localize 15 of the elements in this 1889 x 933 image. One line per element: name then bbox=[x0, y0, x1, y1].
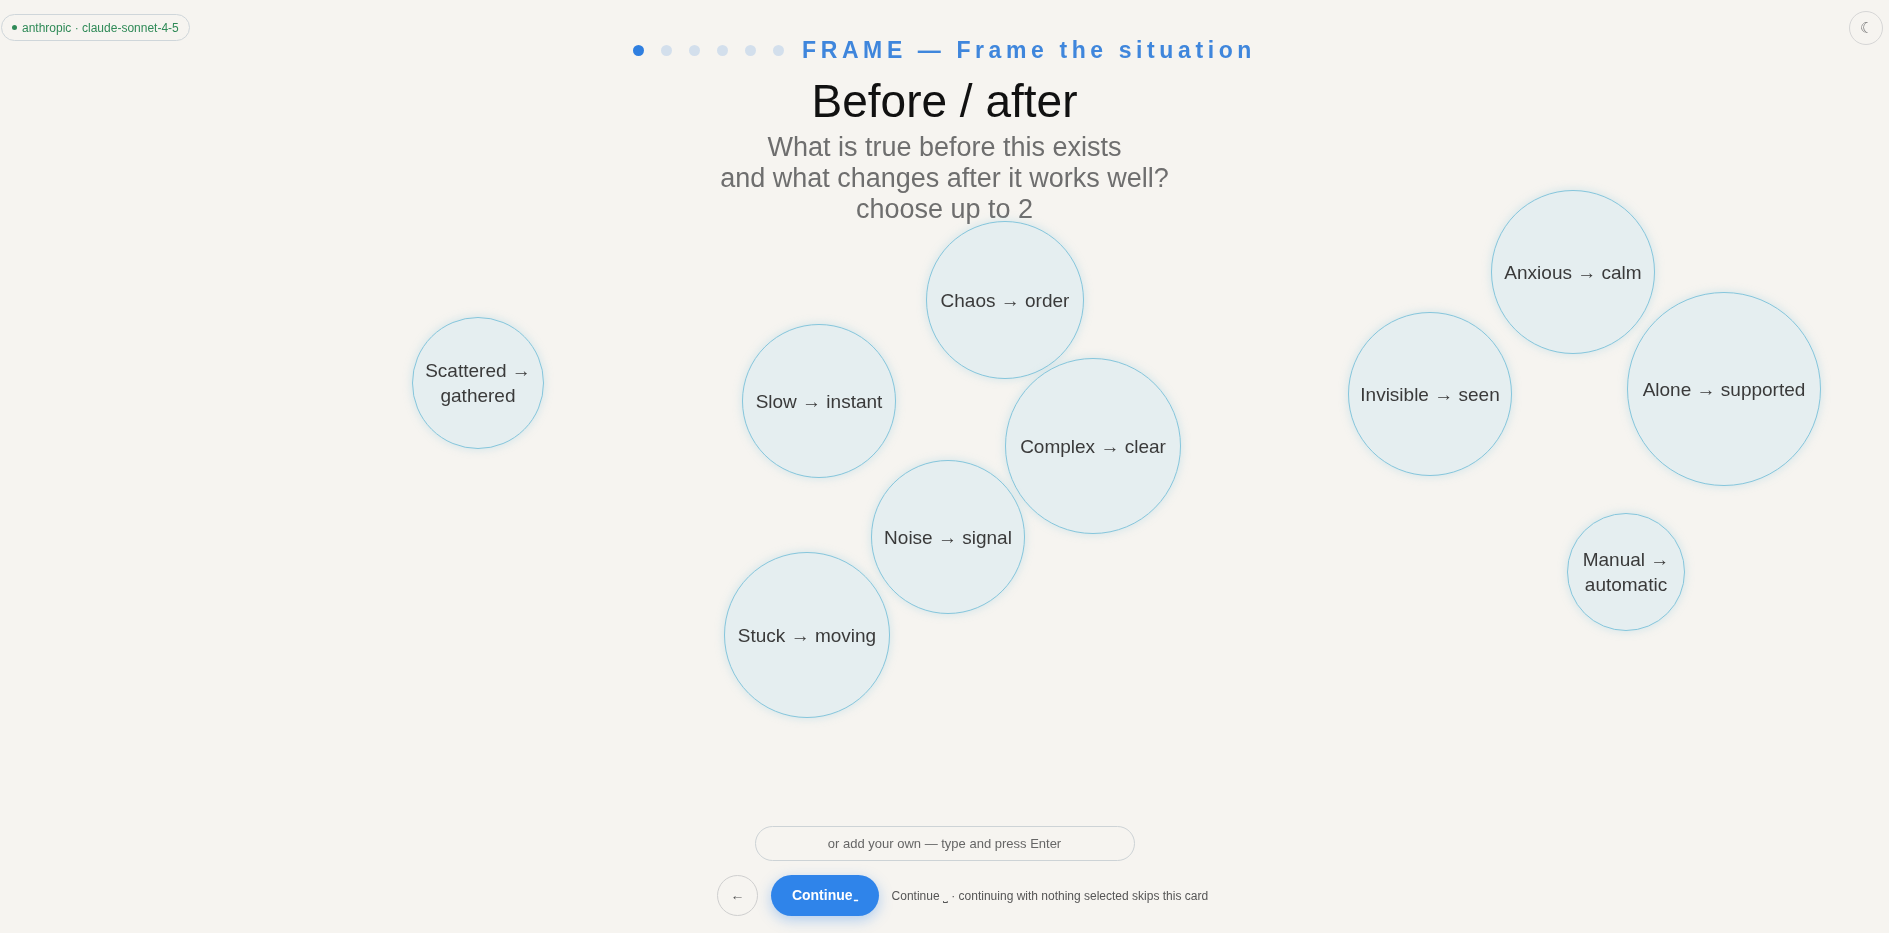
subtitle-line: and what changes after it works well? bbox=[720, 162, 1169, 194]
continue-button[interactable]: Continue⎵ bbox=[770, 875, 879, 916]
option-bubble[interactable]: Manual → automatic bbox=[1567, 513, 1685, 631]
option-bubble[interactable]: Alone → supported bbox=[1627, 292, 1821, 486]
option-bubble[interactable]: Slow → instant bbox=[742, 324, 896, 478]
hint-text: Continue ⎵ · continuing with nothing selected skips this card bbox=[891, 887, 1209, 905]
option-bubble[interactable]: Noise → signal bbox=[871, 460, 1025, 614]
option-bubble[interactable]: Invisible → seen bbox=[1348, 312, 1512, 476]
option-bubble[interactable]: Scattered → gathered bbox=[412, 317, 544, 449]
custom-option-field[interactable]: or add your own — type and press Enter bbox=[754, 826, 1135, 861]
option-bubble[interactable]: Anxious → calm bbox=[1491, 190, 1655, 354]
subtitle-line: What is true before this exists bbox=[767, 131, 1122, 163]
option-bubble[interactable]: Stuck → moving bbox=[724, 552, 890, 718]
page-title: Before / after bbox=[811, 73, 1078, 128]
stage-label: FRAME — Frame the situation bbox=[802, 36, 1256, 65]
